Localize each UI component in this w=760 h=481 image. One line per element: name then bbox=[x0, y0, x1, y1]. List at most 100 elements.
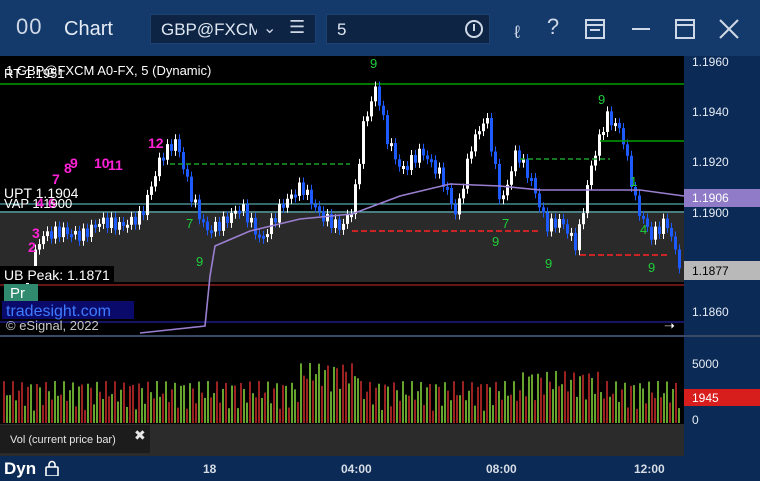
price-tick: 1.1900 bbox=[692, 206, 729, 220]
symbol-input[interactable]: GBP@FXCM bbox=[161, 20, 257, 40]
candle-body bbox=[666, 218, 669, 228]
setup-count: 11 bbox=[108, 157, 123, 173]
candle-body bbox=[390, 143, 393, 147]
scroll-to-end-icon[interactable]: ➝ bbox=[664, 319, 675, 334]
price-pane[interactable] bbox=[0, 56, 684, 336]
volume-tag: 1945 bbox=[692, 391, 719, 405]
candle-body bbox=[518, 150, 521, 163]
candle-body bbox=[130, 216, 133, 225]
candle-body bbox=[414, 155, 417, 163]
candle-body bbox=[210, 230, 213, 234]
candle-body bbox=[338, 219, 341, 230]
close-study-icon[interactable]: ✖ bbox=[134, 428, 146, 444]
setup-count: 9 bbox=[598, 92, 605, 107]
chart-panel[interactable]: 2 3 4 6 7 8 9 10 11 12 7 9 9 9 7 9 9 4 9 1 1 GBP@FXCM A0-FX… bbox=[0, 56, 760, 456]
candle-body bbox=[190, 176, 193, 202]
candle-body bbox=[642, 215, 645, 219]
candle-body bbox=[306, 189, 309, 195]
candle-body bbox=[94, 224, 97, 228]
watermark-badge: Pr bbox=[10, 285, 25, 302]
candle-body bbox=[142, 211, 145, 216]
setup-count: 7 bbox=[502, 216, 509, 231]
close-button[interactable] bbox=[718, 12, 748, 42]
candle-body bbox=[406, 166, 409, 170]
candle-body bbox=[346, 214, 349, 224]
candle-body bbox=[298, 182, 301, 196]
candle-body bbox=[118, 222, 121, 230]
candle-body bbox=[138, 211, 141, 225]
candle-body bbox=[170, 144, 173, 151]
volume-tick: 0 bbox=[692, 413, 699, 427]
interval-input[interactable]: 5 bbox=[337, 20, 346, 40]
candle-body bbox=[442, 167, 445, 187]
candle-body bbox=[218, 221, 221, 231]
maximize-icon bbox=[675, 19, 695, 39]
candle-body bbox=[610, 111, 613, 126]
help-button[interactable]: ? bbox=[538, 14, 568, 44]
candle-body bbox=[366, 116, 369, 122]
candle-body bbox=[46, 231, 49, 237]
candle-body bbox=[458, 198, 461, 215]
candle-body bbox=[202, 219, 205, 223]
setup-count: 9 bbox=[648, 260, 655, 275]
hamburger-icon[interactable]: ☰ bbox=[289, 17, 305, 38]
candle-body bbox=[226, 216, 229, 223]
time-tick: 08:00 bbox=[486, 462, 517, 476]
pencil-icon[interactable]: ℓ bbox=[505, 22, 529, 52]
candle-body bbox=[382, 105, 385, 116]
candle-body bbox=[54, 226, 57, 239]
time-axis[interactable]: Dyn 18 04:00 08:00 12:00 bbox=[0, 456, 760, 481]
candle-body bbox=[134, 216, 137, 225]
candle-body bbox=[678, 249, 681, 269]
clock-icon[interactable] bbox=[465, 20, 483, 38]
candle-body bbox=[250, 217, 253, 223]
candle-body bbox=[38, 244, 41, 250]
setup-count: 2 bbox=[28, 239, 36, 255]
interval-selector[interactable]: 5 bbox=[326, 14, 490, 44]
candle-body bbox=[430, 159, 433, 163]
candle-body bbox=[650, 226, 653, 240]
candle-body bbox=[470, 151, 473, 159]
dynamic-mode-label[interactable]: Dyn bbox=[4, 459, 36, 479]
candle-body bbox=[66, 227, 69, 235]
candle-body bbox=[606, 111, 609, 132]
setup-count: 3 bbox=[32, 225, 40, 241]
price-chart[interactable]: 234 6789 1011127999799491 1 GBP@FXCM A0-FX… bbox=[0, 56, 760, 456]
candle-body bbox=[578, 224, 581, 251]
candle-body bbox=[286, 198, 289, 208]
candle-body bbox=[310, 189, 313, 205]
candle-body bbox=[450, 188, 453, 205]
layout-icon bbox=[585, 19, 605, 39]
candle-body bbox=[674, 236, 677, 250]
lock-icon[interactable] bbox=[44, 460, 60, 476]
rt-level-label: RT-1.1951 bbox=[4, 66, 64, 81]
layout-button[interactable] bbox=[584, 14, 614, 44]
candle-body bbox=[510, 171, 513, 185]
candle-body bbox=[62, 227, 65, 238]
candle-body bbox=[622, 128, 625, 145]
candle-body bbox=[418, 148, 421, 163]
candle-body bbox=[546, 212, 549, 232]
volume-study-label: Vol (current price bar) bbox=[10, 434, 116, 446]
setup-count: 7 bbox=[186, 216, 193, 231]
candle-body bbox=[70, 234, 73, 238]
candle-body bbox=[402, 166, 405, 170]
candle-body bbox=[246, 204, 249, 223]
time-tick: 04:00 bbox=[341, 462, 372, 476]
candle-body bbox=[342, 223, 345, 230]
candle-body bbox=[594, 155, 597, 166]
chevron-down-icon[interactable]: ⌄ bbox=[263, 18, 276, 38]
candle-body bbox=[58, 226, 61, 238]
candle-body bbox=[278, 204, 281, 223]
candle-body bbox=[102, 217, 105, 224]
price-tick: 1.1960 bbox=[692, 56, 729, 69]
candle-body bbox=[486, 118, 489, 124]
candle-body bbox=[662, 218, 665, 234]
candle-body bbox=[274, 218, 277, 223]
maximize-button[interactable] bbox=[674, 14, 704, 44]
vap-level-label: VAP 1.1900 bbox=[4, 196, 72, 211]
candle-body bbox=[574, 232, 577, 251]
symbol-selector[interactable]: GBP@FXCM ⌄ ☰ bbox=[150, 14, 316, 44]
minimize-button[interactable] bbox=[630, 14, 660, 44]
candle-body bbox=[362, 121, 365, 164]
